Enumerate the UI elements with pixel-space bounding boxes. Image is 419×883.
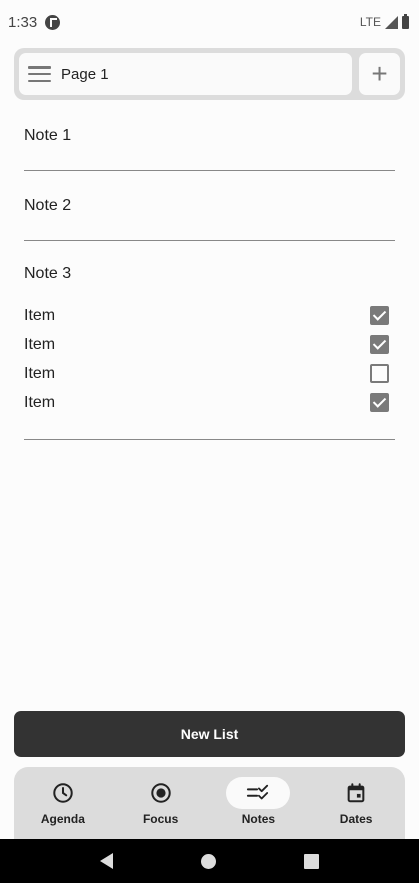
checklist-item[interactable]: Item [24, 330, 395, 359]
note-title: Note 3 [24, 265, 72, 282]
checkbox[interactable] [370, 393, 389, 412]
bottom-nav: Agenda Focus Notes Dates [14, 767, 405, 839]
checkbox[interactable] [370, 335, 389, 354]
page-bar: Page 1 + [14, 48, 405, 100]
page-selector[interactable]: Page 1 [19, 53, 352, 95]
checklist-item[interactable]: Item [24, 388, 395, 417]
checklist-item-label: Item [24, 306, 56, 324]
calendar-icon [347, 783, 365, 803]
nav-label: Agenda [40, 812, 85, 826]
page-title: Page 1 [61, 65, 109, 83]
checklist-item[interactable]: Item [24, 359, 395, 388]
nav-item-dates[interactable]: Dates [317, 777, 395, 839]
network-label: LTE [359, 15, 381, 29]
nav-icon-container [31, 777, 95, 809]
status-right: LTE [359, 13, 409, 29]
checkbox[interactable] [370, 306, 389, 325]
status-time: 1:33 [8, 13, 38, 31]
checklist-item-label: Item [24, 335, 56, 353]
checklist-item-label: Item [24, 393, 56, 411]
note-title: Note 1 [24, 127, 72, 144]
checklist-item[interactable]: Item [24, 301, 395, 330]
recents-icon[interactable] [304, 853, 319, 869]
nav-item-notes[interactable]: Notes [219, 777, 297, 839]
plus-icon: + [371, 58, 388, 89]
clock-icon [53, 783, 73, 803]
new-list-button[interactable]: New List [14, 711, 405, 757]
nav-icon-container [129, 777, 193, 809]
note-card[interactable]: Note 3 Item Item Item Item [24, 241, 395, 440]
nav-label: Focus [142, 812, 179, 826]
add-page-button[interactable]: + [359, 53, 400, 95]
nav-item-focus[interactable]: Focus [122, 777, 200, 839]
menu-icon[interactable] [28, 66, 51, 82]
target-icon [150, 783, 171, 803]
status-left: 1:33 [8, 13, 61, 31]
note-card[interactable]: Note 2 [24, 171, 395, 241]
status-bar: 1:33 LTE [0, 0, 419, 44]
system-nav-bar [0, 839, 419, 883]
notification-app-icon [45, 14, 61, 30]
nav-item-agenda[interactable]: Agenda [24, 777, 102, 839]
checklist-icon [247, 784, 269, 800]
nav-label: Notes [241, 812, 276, 826]
checklist: Item Item Item Item [24, 301, 395, 417]
nav-icon-container [226, 777, 291, 809]
checkbox[interactable] [370, 364, 389, 383]
note-card[interactable]: Note 1 [24, 112, 395, 171]
nav-icon-container [324, 777, 388, 809]
checklist-item-label: Item [24, 364, 56, 382]
battery-icon [402, 13, 409, 29]
note-title: Note 2 [24, 197, 72, 214]
notes-list: Note 1 Note 2 Note 3 Item Item Item Item [24, 112, 395, 440]
signal-icon [385, 15, 398, 29]
back-icon[interactable] [100, 853, 113, 869]
nav-label: Dates [339, 812, 373, 826]
home-icon[interactable] [201, 853, 216, 869]
